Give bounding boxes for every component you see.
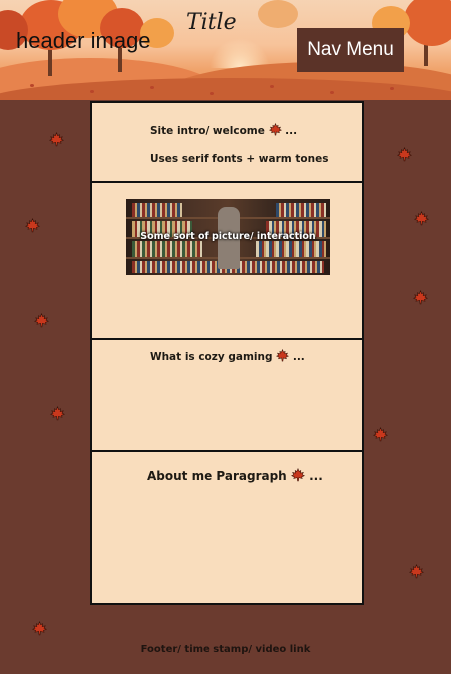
books: [132, 241, 202, 257]
maple-leaf-icon: [414, 211, 429, 226]
header-image-label: header image: [16, 28, 151, 53]
leaf-dot: [390, 87, 394, 90]
maple-leaf-icon: [276, 349, 289, 362]
header-image: header image Title Nav Menu: [0, 0, 451, 100]
picture-section: Some sort of picture/ interaction: [92, 183, 362, 340]
leaf-dot: [90, 90, 94, 93]
maple-leaf-icon: [409, 564, 424, 579]
main-column: Site intro/ welcome ... Uses serif fonts…: [90, 101, 364, 605]
maple-leaf-icon: [25, 218, 40, 233]
tree: [404, 0, 451, 46]
leaf-dot: [210, 92, 214, 95]
maple-leaf-icon: [291, 468, 305, 482]
intro-heading-ellipsis: ...: [285, 125, 298, 137]
maple-leaf-icon: [49, 132, 64, 147]
maple-leaf-icon: [34, 313, 49, 328]
footer-text[interactable]: Footer/ time stamp/ video link: [0, 644, 451, 655]
books: [132, 203, 182, 217]
cozy-gaming-section: What is cozy gaming ...: [92, 340, 362, 452]
cozy-gaming-ellipsis: ...: [292, 351, 305, 363]
nav-menu-button[interactable]: Nav Menu: [297, 28, 404, 72]
maple-leaf-icon: [50, 406, 65, 421]
leaf-dot: [30, 84, 34, 87]
leaf-dot: [330, 91, 334, 94]
tree: [258, 0, 298, 28]
maple-leaf-icon: [413, 290, 428, 305]
leaf-dot: [150, 86, 154, 89]
cozy-gaming-text: What is cozy gaming: [150, 351, 273, 363]
about-me-text: About me Paragraph: [147, 469, 287, 483]
maple-leaf-icon: [397, 147, 412, 162]
library-picture[interactable]: Some sort of picture/ interaction: [126, 199, 330, 275]
intro-heading-text: Site intro/ welcome: [150, 125, 265, 137]
site-title: Title: [186, 10, 237, 35]
maple-leaf-icon: [373, 427, 388, 442]
intro-section: Site intro/ welcome ... Uses serif fonts…: [92, 103, 362, 183]
sun-glow: [210, 38, 270, 68]
maple-leaf-icon: [32, 621, 47, 636]
intro-heading: Site intro/ welcome ...: [150, 123, 297, 137]
cozy-gaming-heading: What is cozy gaming ...: [150, 349, 305, 363]
books: [276, 203, 326, 217]
about-me-section: About me Paragraph ...: [92, 452, 362, 603]
leaf-dot: [270, 85, 274, 88]
books: [256, 241, 326, 257]
intro-subtext: Uses serif fonts + warm tones: [150, 153, 329, 165]
about-me-heading: About me Paragraph ...: [147, 468, 323, 483]
maple-leaf-icon: [269, 123, 282, 136]
about-me-ellipsis: ...: [309, 469, 323, 483]
picture-caption: Some sort of picture/ interaction: [140, 231, 316, 242]
